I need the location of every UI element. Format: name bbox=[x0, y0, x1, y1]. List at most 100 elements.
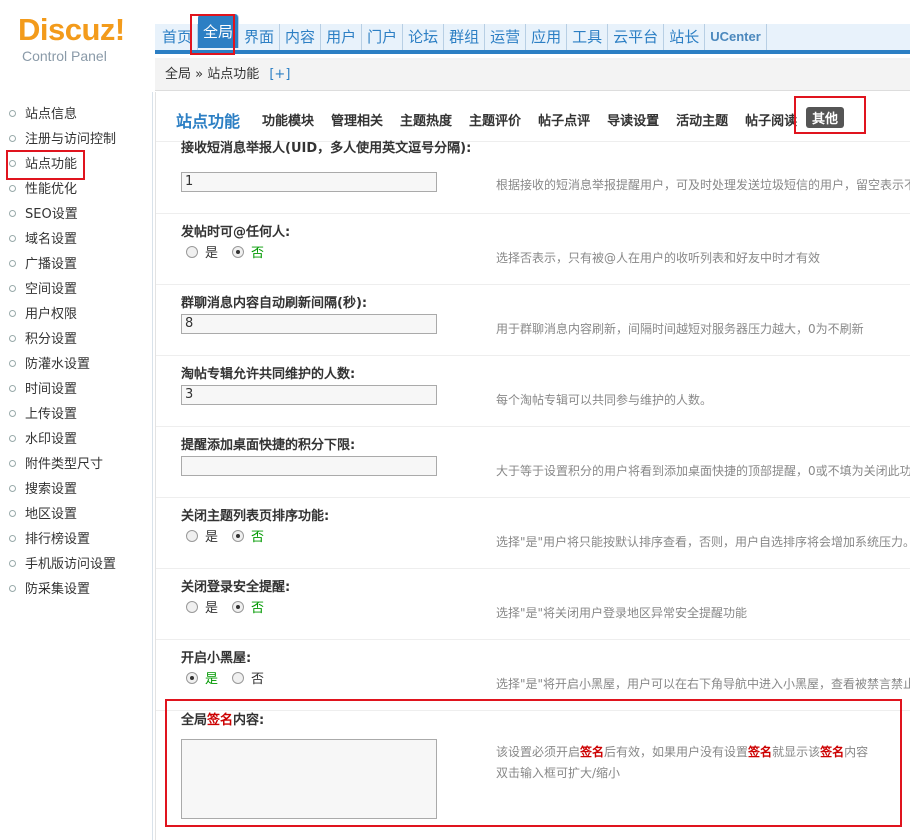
sig-desc-part: 就显示该 bbox=[772, 745, 821, 759]
sig-desc-em: 签名 bbox=[748, 745, 773, 759]
sidebar-item-label: 空间设置 bbox=[25, 282, 78, 297]
top-nav-item[interactable]: 站长 bbox=[664, 24, 706, 50]
setting-input[interactable] bbox=[181, 456, 437, 476]
radio-circle-icon[interactable] bbox=[232, 245, 245, 258]
radio-no[interactable]: 否 bbox=[232, 242, 264, 261]
setting-description: 大于等于设置积分的用户将看到添加桌面快捷的顶部提醒，0或不填为关闭此功 bbox=[496, 464, 910, 478]
radio-no[interactable]: 否 bbox=[232, 597, 264, 616]
sidebar-item[interactable]: 手机版访问设置 bbox=[0, 552, 152, 577]
sidebar-item-label: SEO设置 bbox=[25, 207, 78, 222]
setting-input[interactable]: 3 bbox=[181, 385, 437, 405]
sig-desc-part: 该设置必须开启 bbox=[496, 745, 581, 759]
radio-group: 是否 bbox=[186, 526, 278, 545]
sidebar-item[interactable]: 空间设置 bbox=[0, 277, 152, 302]
bullet-icon bbox=[9, 435, 16, 442]
top-nav-item[interactable]: 论坛 bbox=[403, 24, 445, 50]
setting-input[interactable]: 1 bbox=[181, 172, 437, 192]
signature-desc-line1: 该设置必须开启签名后有效，如果用户没有设置签名就显示该签名内容 bbox=[496, 742, 868, 763]
breadcrumb-add-button[interactable]: [+] bbox=[269, 67, 290, 82]
tab[interactable]: 主题热度 bbox=[400, 110, 452, 129]
radio-yes[interactable]: 是 bbox=[186, 668, 218, 687]
sidebar-item[interactable]: 附件类型尺寸 bbox=[0, 452, 152, 477]
sidebar-item[interactable]: 防采集设置 bbox=[0, 577, 152, 602]
logo[interactable]: Discuz! Control Panel bbox=[18, 14, 125, 65]
sidebar-item-label: 排行榜设置 bbox=[25, 532, 91, 547]
sidebar-item[interactable]: 站点信息 bbox=[0, 102, 152, 127]
sidebar-item[interactable]: 水印设置 bbox=[0, 427, 152, 452]
sidebar-item-label: 搜索设置 bbox=[25, 482, 78, 497]
radio-circle-icon[interactable] bbox=[232, 671, 245, 684]
setting-row: 接收短消息举报人(UID，多人使用英文逗号分隔): 1 根据接收的短消息举报提醒用户… bbox=[156, 141, 910, 214]
top-nav: 首页 全局 界面 内容 用户 门户 论坛 群组 运营 应用 工具 云平台 站长 UCenter bbox=[155, 14, 910, 54]
radio-yes[interactable]: 是 bbox=[186, 242, 218, 261]
sig-desc-part: 内容 bbox=[844, 745, 869, 759]
tab[interactable]: 帖子点评 bbox=[538, 110, 590, 129]
signature-textarea[interactable] bbox=[181, 739, 437, 819]
sidebar-item-label: 地区设置 bbox=[25, 507, 78, 522]
setting-row: 提醒添加桌面快捷的积分下限: 大于等于设置积分的用户将看到添加桌面快捷的顶部提醒，… bbox=[156, 427, 910, 498]
top-nav-item[interactable]: 门户 bbox=[362, 24, 404, 50]
bullet-icon bbox=[9, 585, 16, 592]
radio-circle-icon[interactable] bbox=[186, 600, 198, 613]
setting-input[interactable]: 8 bbox=[181, 314, 437, 334]
tab[interactable]: 帖子阅读 bbox=[745, 110, 797, 129]
sidebar-item-label: 积分设置 bbox=[25, 332, 78, 347]
bullet-icon bbox=[9, 285, 16, 292]
radio-circle-icon[interactable] bbox=[186, 529, 198, 542]
tab[interactable]: 功能模块 bbox=[262, 110, 314, 129]
sidebar-item-label: 性能优化 bbox=[25, 182, 78, 197]
bullet-icon bbox=[9, 535, 16, 542]
top-nav-item[interactable]: 群组 bbox=[444, 24, 486, 50]
sidebar-item[interactable]: 注册与访问控制 bbox=[0, 127, 152, 152]
breadcrumb: 全局 » 站点功能 [+] bbox=[155, 58, 910, 91]
sidebar-item[interactable]: SEO设置 bbox=[0, 202, 152, 227]
sidebar-item[interactable]: 域名设置 bbox=[0, 227, 152, 252]
radio-circle-icon[interactable] bbox=[186, 245, 198, 258]
radio-circle-icon[interactable] bbox=[232, 600, 245, 613]
sidebar-item[interactable]: 用户权限 bbox=[0, 302, 152, 327]
bullet-icon bbox=[9, 135, 16, 142]
tab[interactable]: 导读设置 bbox=[607, 110, 659, 129]
highlight-active-sidebar bbox=[6, 150, 85, 180]
setting-row: 关闭主题列表页排序功能: 是否选择"是"用户将只能按默认排序查看，否则，用户自选排… bbox=[156, 498, 910, 569]
tab[interactable]: 主题评价 bbox=[469, 110, 521, 129]
sidebar: 站点信息 注册与访问控制 站点功能 性能优化 SEO设置 域名设置 广播设置 空间设置 用户权限… bbox=[0, 92, 153, 840]
radio-yes[interactable]: 是 bbox=[186, 526, 218, 545]
sidebar-item[interactable]: 防灌水设置 bbox=[0, 352, 152, 377]
sidebar-item[interactable]: 广播设置 bbox=[0, 252, 152, 277]
setting-description: 用于群聊消息内容刷新，间隔时间越短对服务器压力越大，0为不刷新 bbox=[496, 322, 864, 336]
radio-no[interactable]: 否 bbox=[232, 668, 264, 687]
radio-yes[interactable]: 是 bbox=[186, 597, 218, 616]
sidebar-item-label: 用户权限 bbox=[25, 307, 78, 322]
top-nav-item[interactable]: 内容 bbox=[280, 24, 322, 50]
top-nav-item[interactable]: 应用 bbox=[526, 24, 568, 50]
setting-description: 根据接收的短消息举报提醒用户，可及时处理发送垃圾短信的用户，留空表示不 bbox=[496, 178, 910, 192]
top-nav-item[interactable]: 工具 bbox=[567, 24, 609, 50]
sidebar-item-label: 广播设置 bbox=[25, 257, 78, 272]
top-nav-item[interactable]: 界面 bbox=[239, 24, 281, 50]
tab[interactable]: 活动主题 bbox=[676, 110, 728, 129]
sidebar-item[interactable]: 上传设置 bbox=[0, 402, 152, 427]
bullet-icon bbox=[9, 360, 16, 367]
sidebar-item[interactable]: 排行榜设置 bbox=[0, 527, 152, 552]
sidebar-item[interactable]: 时间设置 bbox=[0, 377, 152, 402]
sidebar-item[interactable]: 搜索设置 bbox=[0, 477, 152, 502]
bullet-icon bbox=[9, 385, 16, 392]
top-nav-item[interactable]: 运营 bbox=[485, 24, 527, 50]
radio-label: 否 bbox=[251, 672, 265, 687]
sidebar-item[interactable]: 性能优化 bbox=[0, 177, 152, 202]
radio-no[interactable]: 否 bbox=[232, 526, 264, 545]
sidebar-item[interactable]: 地区设置 bbox=[0, 502, 152, 527]
radio-circle-icon[interactable] bbox=[186, 671, 198, 684]
highlight-active-nav bbox=[190, 14, 235, 55]
top-nav-item[interactable]: 云平台 bbox=[608, 24, 665, 50]
setting-label: 关闭登录安全提醒: bbox=[181, 580, 291, 595]
sidebar-item[interactable]: 积分设置 bbox=[0, 327, 152, 352]
tab[interactable]: 管理相关 bbox=[331, 110, 383, 129]
top-nav-item[interactable]: 用户 bbox=[321, 24, 363, 50]
section-title: 站点功能 bbox=[176, 112, 241, 131]
top-nav-item[interactable]: UCenter bbox=[705, 24, 767, 50]
highlight-active-tab bbox=[794, 96, 866, 134]
radio-circle-icon[interactable] bbox=[232, 529, 245, 542]
signature-label-pre: 全局 bbox=[181, 713, 208, 728]
